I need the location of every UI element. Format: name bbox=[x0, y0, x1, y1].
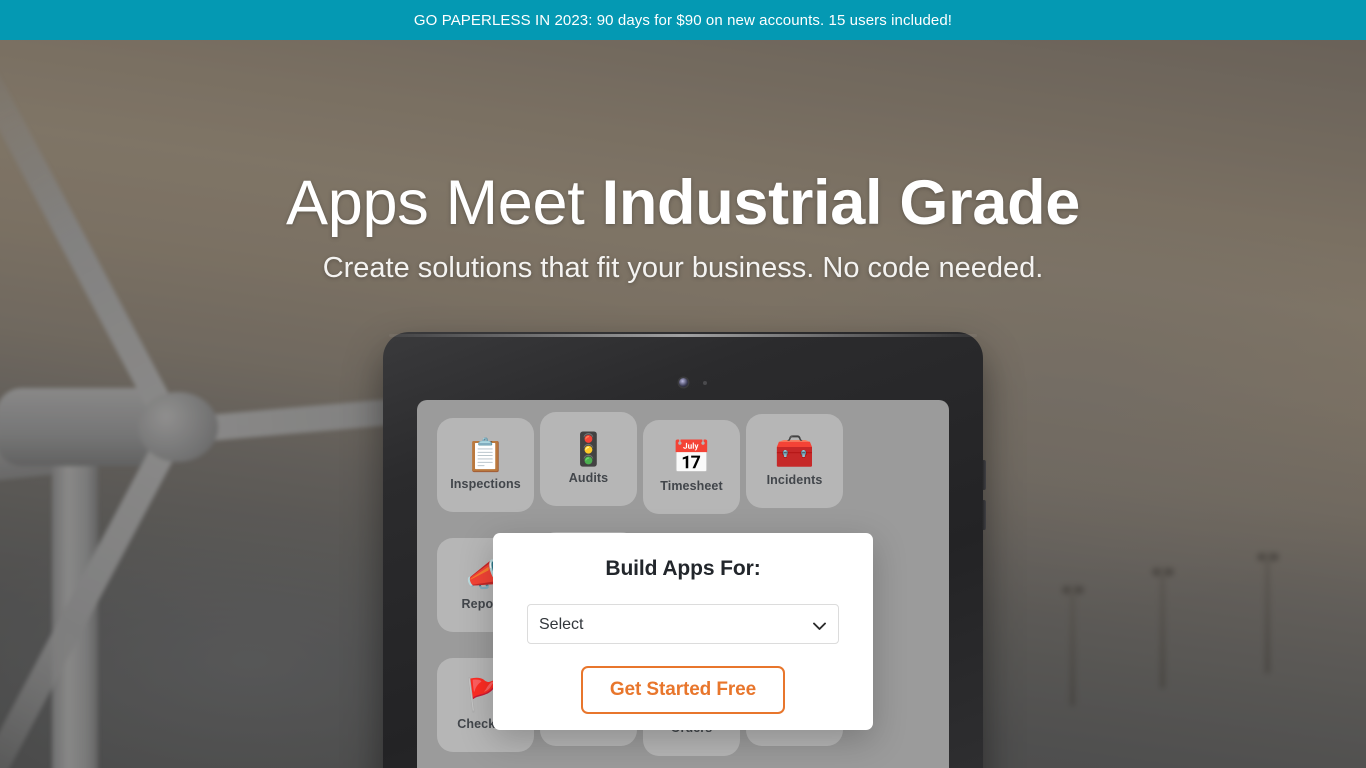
first-aid-kit-icon: 🧰 bbox=[774, 433, 815, 469]
app-tile-label: Incidents bbox=[766, 473, 823, 487]
app-tile-label: Timesheet bbox=[660, 479, 723, 493]
app-row: 📋 Inspections 🚦 Audits 📅 Timesheet 🧰 Inc… bbox=[437, 412, 929, 514]
cta-row: Get Started Free bbox=[527, 666, 839, 714]
lead-capture-modal: Build Apps For: Select Get Started Free bbox=[493, 533, 873, 730]
clipboard-icon: 📋 bbox=[465, 437, 506, 473]
hero-section: Apps Meet Industrial Grade Create soluti… bbox=[0, 40, 1366, 768]
promo-banner-text: GO PAPERLESS IN 2023: 90 days for $90 on… bbox=[413, 11, 953, 29]
traffic-light-icon: 🚦 bbox=[568, 431, 609, 467]
app-tile-inspections[interactable]: 📋 Inspections bbox=[437, 418, 534, 512]
app-tile-timesheet[interactable]: 📅 Timesheet bbox=[643, 420, 740, 514]
modal-title: Build Apps For: bbox=[605, 557, 761, 580]
volume-up-button[interactable] bbox=[982, 460, 986, 490]
hero-subheadline: Create solutions that fit your business.… bbox=[322, 252, 1044, 285]
promo-banner: GO PAPERLESS IN 2023: 90 days for $90 on… bbox=[0, 0, 1366, 40]
app-tile-label: Audits bbox=[568, 471, 609, 485]
camera-icon bbox=[679, 378, 688, 387]
app-tile-incidents[interactable]: 🧰 Incidents bbox=[746, 414, 843, 508]
headline-strong-part: Industrial Grade bbox=[601, 168, 1081, 238]
hero-copy: Apps Meet Industrial Grade Create soluti… bbox=[0, 170, 1366, 285]
app-tile-audits[interactable]: 🚦 Audits bbox=[540, 412, 637, 506]
headline-light-part: Apps Meet bbox=[286, 168, 602, 238]
get-started-free-button[interactable]: Get Started Free bbox=[580, 666, 786, 714]
app-tile-label: Inspections bbox=[450, 477, 521, 491]
page-title: Apps Meet Industrial Grade bbox=[0, 170, 1366, 236]
calendar-icon: 📅 bbox=[671, 439, 712, 475]
industry-select-wrapper: Select bbox=[527, 604, 839, 644]
industry-select[interactable]: Select bbox=[527, 604, 839, 644]
sensor-icon bbox=[703, 381, 707, 385]
volume-down-button[interactable] bbox=[982, 500, 986, 530]
